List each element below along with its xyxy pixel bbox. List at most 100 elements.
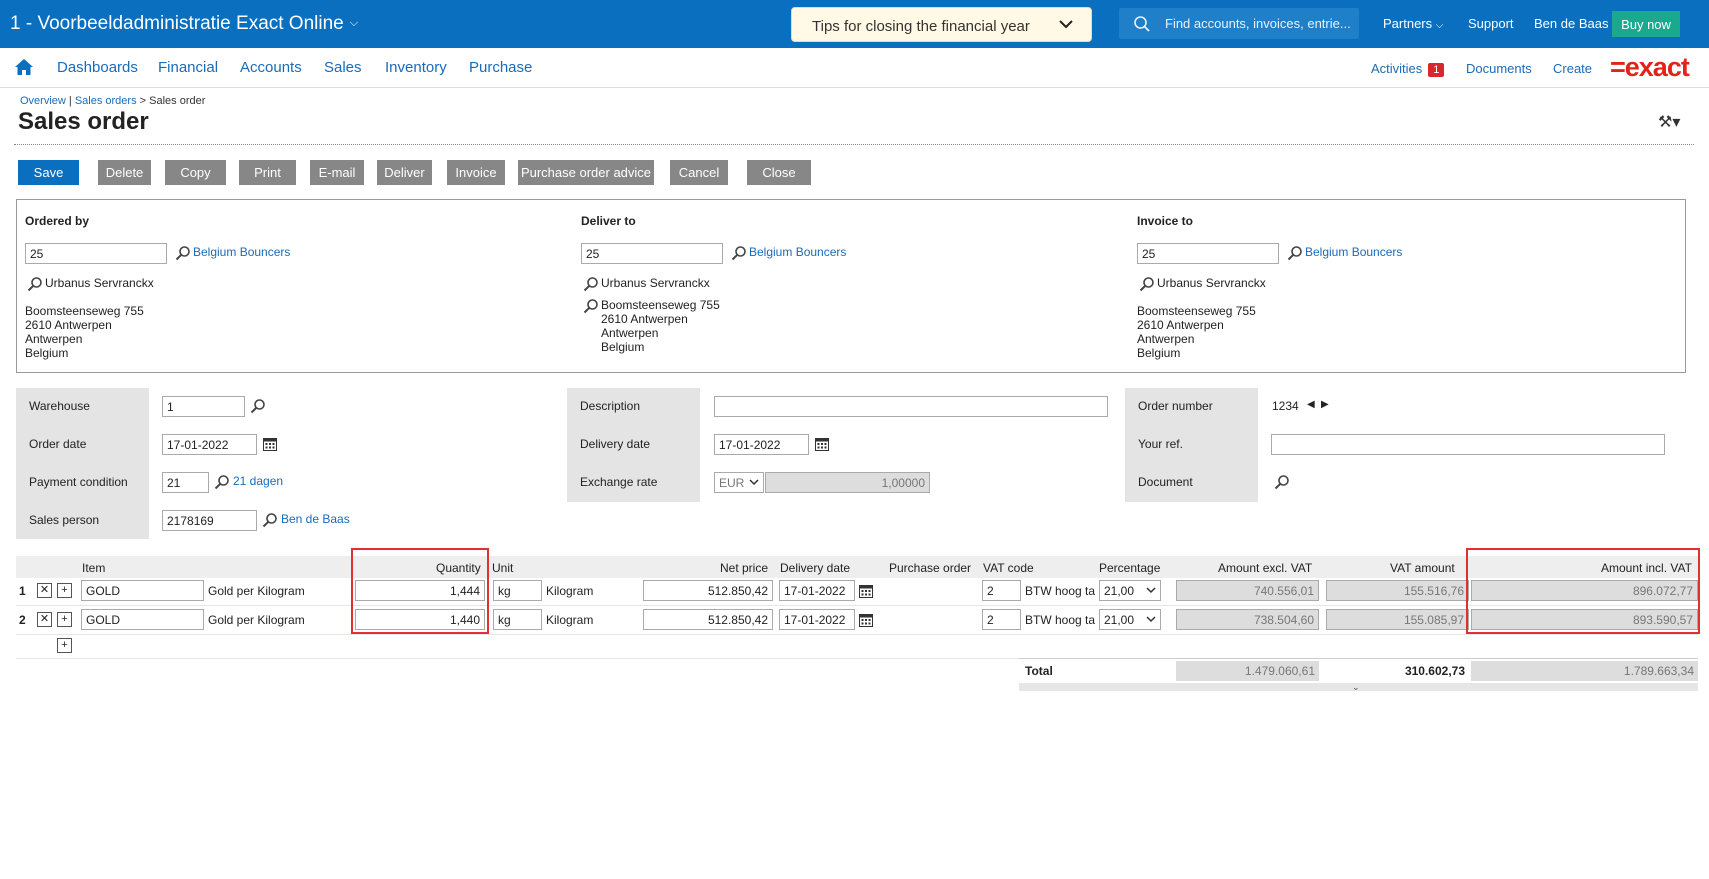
settings-tools-icon[interactable]: ⚒▾ — [1658, 112, 1680, 132]
calendar-icon[interactable] — [858, 612, 874, 628]
chevron-down-icon — [1146, 586, 1156, 594]
invoice-to-address: Boomsteenseweg 755 2610 Antwerpen Antwer… — [1137, 304, 1256, 360]
search-icon[interactable] — [731, 245, 747, 261]
deliver-to-account-link[interactable]: Belgium Bouncers — [749, 245, 846, 259]
remove-line-icon[interactable]: ✕ — [37, 612, 52, 627]
administration-title: 1 - Voorbeeldadministratie Exact Online — [10, 13, 344, 34]
description-label: Description — [580, 399, 641, 413]
invoice-to-account-link[interactable]: Belgium Bouncers — [1305, 245, 1402, 259]
menu-item-sales[interactable]: Sales — [324, 59, 362, 76]
buy-now-button[interactable]: Buy now — [1612, 11, 1680, 37]
menu-item-purchase[interactable]: Purchase — [469, 59, 532, 76]
purchase-order-advice-button[interactable]: Purchase order advice — [518, 160, 654, 185]
menu-item-inventory[interactable]: Inventory — [385, 59, 447, 76]
add-line-icon[interactable]: + — [57, 638, 72, 653]
invoice-button[interactable]: Invoice — [447, 160, 505, 185]
row-divider — [16, 634, 1698, 635]
search-icon[interactable] — [583, 276, 599, 292]
chevron-down-icon — [1146, 615, 1156, 623]
delivery-date-input[interactable]: 17-01-2022 — [779, 609, 855, 630]
column-header-amount-excl-vat: Amount excl. VAT — [1218, 561, 1313, 575]
percentage-select[interactable]: 21,00 — [1099, 609, 1161, 630]
invoice-to-code-input[interactable]: 25 — [1137, 243, 1279, 264]
tips-banner[interactable]: Tips for closing the financial year — [791, 7, 1092, 42]
search-icon[interactable] — [1274, 474, 1290, 490]
support-link[interactable]: Support — [1468, 16, 1514, 31]
sales-person-input[interactable]: 2178169 — [162, 510, 257, 531]
breadcrumb-sales-orders[interactable]: Sales orders — [75, 95, 137, 107]
warehouse-input[interactable]: 1 — [162, 396, 245, 417]
your-ref-input[interactable] — [1271, 434, 1665, 455]
search-icon[interactable] — [214, 474, 230, 490]
remove-line-icon[interactable]: ✕ — [37, 583, 52, 598]
documents-link[interactable]: Documents — [1466, 61, 1532, 76]
menu-item-accounts[interactable]: Accounts — [240, 59, 302, 76]
next-arrow-icon[interactable]: ▶ — [1321, 399, 1329, 410]
administration-switcher[interactable]: 1 - Voorbeeldadministratie Exact Online ⌵ — [10, 13, 358, 35]
search-icon[interactable] — [1287, 245, 1303, 261]
search-icon[interactable] — [175, 245, 191, 261]
payment-condition-link[interactable]: 21 dagen — [233, 474, 283, 488]
vat-code-input[interactable]: 2 — [982, 609, 1021, 630]
search-icon[interactable] — [250, 398, 266, 414]
net-price-input[interactable]: 512.850,42 — [643, 580, 773, 601]
search-icon[interactable] — [1139, 276, 1155, 292]
unit-input[interactable]: kg — [493, 580, 542, 601]
unit-input[interactable]: kg — [493, 609, 542, 630]
vat-code-description: BTW hoog ta — [1025, 584, 1095, 598]
activities-link[interactable]: Activities 1 — [1371, 61, 1445, 77]
delivery-date-input[interactable]: 17-01-2022 — [779, 580, 855, 601]
payment-condition-input[interactable]: 21 — [162, 472, 209, 493]
sales-person-link[interactable]: Ben de Baas — [281, 512, 350, 526]
item-input[interactable]: GOLD — [81, 609, 204, 630]
breadcrumb-overview[interactable]: Overview — [20, 95, 66, 107]
copy-button[interactable]: Copy — [165, 160, 226, 185]
add-line-icon[interactable]: + — [57, 583, 72, 598]
percentage-value: 21,00 — [1104, 613, 1135, 627]
address-line: 2610 Antwerpen — [1137, 318, 1224, 332]
search-icon[interactable] — [262, 512, 278, 528]
vat-code-input[interactable]: 2 — [982, 580, 1021, 601]
calendar-icon[interactable] — [262, 436, 278, 452]
percentage-value: 21,00 — [1104, 584, 1135, 598]
ordered-by-account-link[interactable]: Belgium Bouncers — [193, 245, 290, 259]
address-line: Antwerpen — [1137, 332, 1195, 346]
address-line: 2610 Antwerpen — [601, 312, 688, 326]
totals-expand-strip[interactable]: ⌄ — [1019, 682, 1698, 692]
delivery-date-input[interactable]: 17-01-2022 — [714, 434, 809, 455]
create-link[interactable]: Create — [1553, 61, 1592, 76]
home-icon[interactable] — [14, 58, 34, 76]
item-description: Gold per Kilogram — [208, 613, 305, 627]
cancel-button[interactable]: Cancel — [670, 160, 728, 185]
save-button[interactable]: Save — [18, 160, 79, 185]
description-input[interactable] — [714, 396, 1108, 417]
vat-amount: 155.085,97 — [1326, 609, 1469, 630]
search-icon[interactable] — [583, 298, 599, 314]
net-price-input[interactable]: 512.850,42 — [643, 609, 773, 630]
delete-button[interactable]: Delete — [98, 160, 151, 185]
user-menu[interactable]: Ben de Baas — [1534, 16, 1608, 31]
ordered-by-code-input[interactable]: 25 — [25, 243, 167, 264]
amount-incl-vat-highlight — [1466, 548, 1700, 634]
chevron-down-icon: ⌵ — [1435, 20, 1444, 31]
partners-menu[interactable]: Partners ⌵ — [1383, 16, 1443, 31]
address-line: Belgium — [601, 340, 645, 354]
print-button[interactable]: Print — [239, 160, 296, 185]
previous-arrow-icon[interactable]: ◀ — [1307, 399, 1315, 410]
menu-item-financial[interactable]: Financial — [158, 59, 218, 76]
order-date-input[interactable]: 17-01-2022 — [162, 434, 257, 455]
calendar-icon[interactable] — [858, 583, 874, 599]
deliver-button[interactable]: Deliver — [377, 160, 432, 185]
item-input[interactable]: GOLD — [81, 580, 204, 601]
global-search-input[interactable]: Find accounts, invoices, entrie... — [1119, 8, 1359, 39]
email-button[interactable]: E-mail — [310, 160, 364, 185]
percentage-select[interactable]: 21,00 — [1099, 580, 1161, 601]
add-line-icon[interactable]: + — [57, 612, 72, 627]
search-icon[interactable] — [27, 276, 43, 292]
menu-item-dashboards[interactable]: Dashboards — [57, 59, 138, 76]
deliver-to-code-input[interactable]: 25 — [581, 243, 723, 264]
column-header-delivery-date: Delivery date — [780, 561, 851, 575]
calendar-icon[interactable] — [814, 436, 830, 452]
close-button[interactable]: Close — [747, 160, 811, 185]
chevron-down-icon[interactable] — [1057, 15, 1075, 33]
